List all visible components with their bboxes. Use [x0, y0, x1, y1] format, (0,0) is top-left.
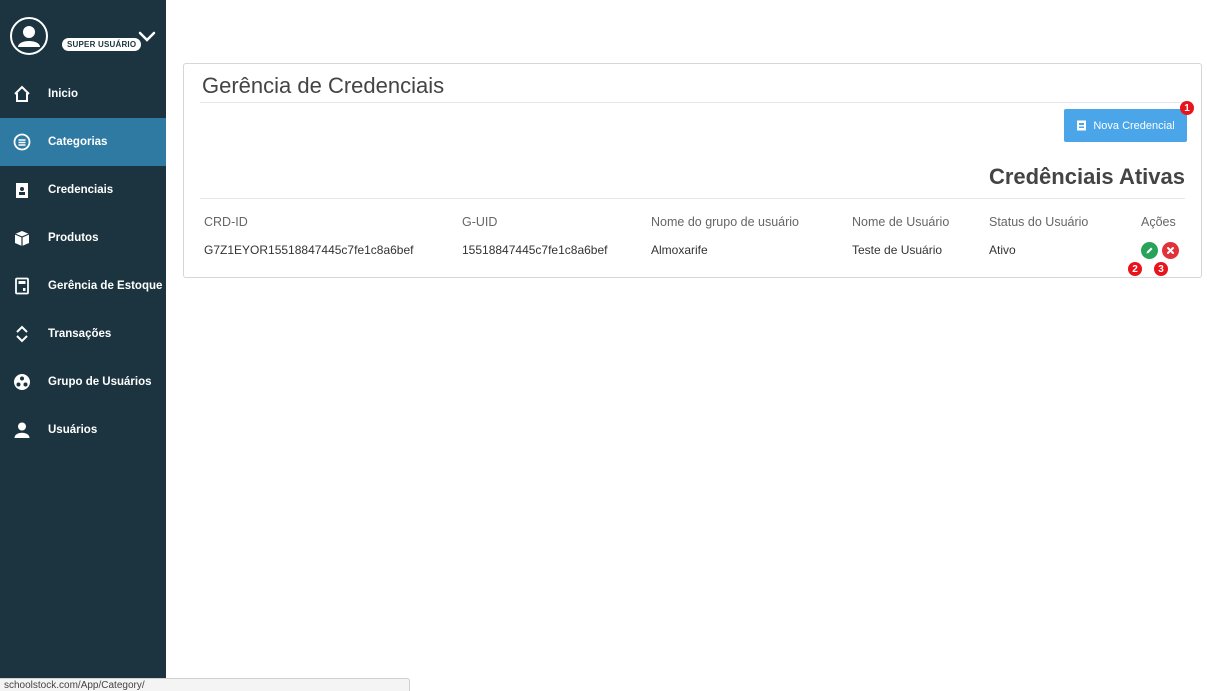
table-row: G7Z1EYOR15518847445c7fe1c8a6bef 15518847… [204, 232, 1193, 268]
sidebar-item-grupo-usuarios[interactable]: Grupo de Usuários [0, 358, 166, 406]
annotation-marker-1: 1 [1180, 101, 1194, 115]
column-header-user: Nome de Usuário [852, 215, 950, 229]
calculator-icon [12, 276, 32, 296]
sidebar-item-usuarios[interactable]: Usuários [0, 406, 166, 454]
badge-icon [12, 180, 32, 200]
cell-status: Ativo [989, 243, 1016, 257]
group-icon [12, 372, 32, 392]
sidebar-item-credenciais[interactable]: Credenciais [0, 166, 166, 214]
role-badge: SUPER USUÁRIO [62, 38, 142, 51]
sidebar-item-inicio[interactable]: Inicio [0, 70, 166, 118]
browser-status-bar: schoolstock.com/App/Category/ [0, 678, 410, 691]
cell-g-uid: 15518847445c7fe1c8a6bef [462, 243, 608, 257]
sidebar-item-label: Inicio [48, 88, 79, 100]
column-header-g-uid: G-UID [462, 215, 498, 229]
section-divider [200, 198, 1185, 199]
sidebar-item-label: Produtos [48, 232, 99, 244]
section-title: Credênciais Ativas [988, 164, 1185, 189]
column-header-actions: Ações [1141, 215, 1176, 229]
annotation-marker-2: 2 [1128, 262, 1142, 276]
sidebar-nav: Inicio Categorias Credenciais Produtos G… [0, 70, 166, 454]
app-window: SUPER USUÁRIO Inicio Categorias Credenci… [0, 0, 1207, 691]
credentials-table: CRD-ID G-UID Nome do grupo de usuário No… [204, 212, 1193, 268]
column-header-crd-id: CRD-ID [204, 215, 248, 229]
home-icon [12, 84, 32, 104]
page-title: Gerência de Credenciais [202, 73, 445, 98]
credentials-card: Gerência de Credenciais Nova Credencial … [183, 63, 1202, 278]
new-credential-label: Nova Credencial [1093, 119, 1175, 132]
new-credential-button[interactable]: Nova Credencial [1064, 109, 1187, 142]
avatar[interactable] [10, 17, 48, 55]
swap-icon [12, 324, 32, 344]
list-circle-icon [12, 132, 32, 152]
close-icon [1167, 246, 1174, 254]
sidebar: SUPER USUÁRIO Inicio Categorias Credenci… [0, 0, 166, 691]
sidebar-item-label: Usuários [48, 424, 98, 436]
sidebar-item-transacoes[interactable]: Transações [0, 310, 166, 358]
sidebar-item-categorias[interactable]: Categorias [0, 118, 166, 166]
sidebar-item-produtos[interactable]: Produtos [0, 214, 166, 262]
cell-user: Teste de Usuário [852, 243, 943, 257]
title-divider [200, 102, 1185, 103]
annotation-marker-3: 3 [1154, 262, 1168, 276]
pencil-icon [1146, 247, 1153, 253]
sidebar-item-label: Categorias [48, 136, 108, 148]
sidebar-item-gerencia-estoque[interactable]: Gerência de Estoque [0, 262, 166, 310]
sidebar-item-label: Transações [48, 328, 112, 340]
cell-crd-id: G7Z1EYOR15518847445c7fe1c8a6bef [204, 243, 414, 257]
cell-group: Almoxarife [651, 243, 708, 257]
column-header-group: Nome do grupo de usuário [651, 215, 800, 229]
table-header-row: CRD-ID G-UID Nome do grupo de usuário No… [204, 212, 1193, 232]
delete-button[interactable] [1162, 241, 1179, 259]
chevron-down-icon[interactable] [138, 30, 156, 44]
edit-button[interactable] [1141, 241, 1158, 259]
id-card-icon [1077, 120, 1087, 131]
box-icon [12, 228, 32, 248]
user-icon [12, 420, 32, 440]
sidebar-item-label: Credenciais [48, 184, 114, 196]
sidebar-item-label: Gerência de Estoque [48, 280, 163, 292]
user-area: SUPER USUÁRIO [0, 0, 166, 70]
column-header-status: Status do Usuário [989, 215, 1089, 229]
sidebar-item-label: Grupo de Usuários [48, 376, 152, 388]
user-avatar-icon [18, 26, 40, 47]
